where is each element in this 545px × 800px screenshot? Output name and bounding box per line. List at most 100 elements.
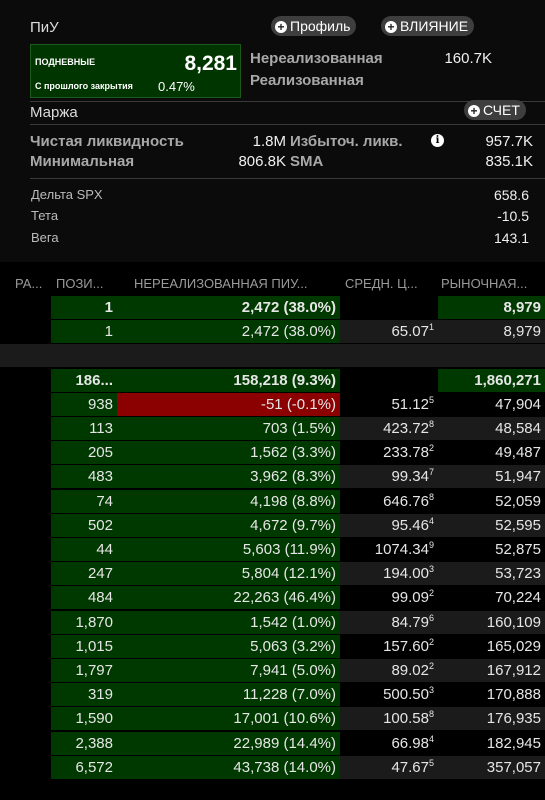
avg-price-superscript: 3: [428, 685, 434, 696]
unrealized-pnl-cell: 4,198 (8.8%): [117, 489, 340, 513]
avg-price-cell: 1074.349: [340, 538, 438, 561]
plus-icon: +: [468, 105, 480, 117]
market-value-cell: 52,875: [495, 541, 541, 558]
table-row[interactable]: 483 3,962 (8.3%) 99.347 51,947: [0, 465, 545, 489]
position-cell: 1,870: [51, 610, 117, 634]
table-row[interactable]: 1,797 7,941 (5.0%) 89.022 167,912: [0, 659, 545, 682]
table-row[interactable]: 502 4,672 (9.7%) 95.464 52,595: [0, 513, 545, 537]
market-value-cell: 1,860,271: [438, 368, 545, 392]
position-cell: 6,572: [51, 755, 117, 779]
account-cell: [0, 465, 51, 489]
position-cell: 247: [51, 562, 117, 586]
unrealized-label: Нереализованная: [250, 50, 383, 67]
avg-price-value: 47.67: [391, 758, 429, 776]
realized-label: Реализованная: [250, 72, 364, 89]
market-value-cell: 160,109: [486, 613, 541, 631]
table-row[interactable]: 938 -51 (-0.1%) 51.125 47,904: [0, 392, 545, 416]
avg-price-cell: [340, 368, 438, 392]
position-cell: 502: [51, 513, 117, 537]
avg-price-superscript: 2: [428, 443, 434, 454]
pnl-title: ПиУ: [30, 19, 59, 36]
avg-price-superscript: 8: [428, 709, 434, 720]
avg-price-value: 95.46: [391, 516, 429, 534]
column-header-account[interactable]: РА...: [15, 276, 51, 294]
market-value-cell: 48,584: [495, 420, 541, 437]
table-group-row[interactable]: 186... 158,218 (9.3%) 1,860,271: [0, 368, 545, 392]
position-cell: 74: [51, 489, 117, 513]
profile-button-label: Профиль: [290, 18, 351, 34]
unrealized-pnl-cell: 2,472 (38.0%): [117, 296, 340, 319]
avg-price-value: 89.02: [391, 662, 429, 679]
table-row[interactable]: 1,870 1,542 (1.0%) 84.796 160,109: [0, 610, 545, 634]
avg-price-superscript: 4: [428, 733, 434, 744]
avg-price-cell: 423.728: [340, 417, 438, 440]
avg-price-superscript: 2: [428, 661, 434, 671]
avg-price-superscript: 9: [428, 540, 434, 550]
table-row[interactable]: 113 703 (1.5%) 423.728 48,584: [0, 417, 545, 440]
avg-price-superscript: 8: [428, 491, 434, 502]
account-cell: [0, 610, 51, 634]
profile-button[interactable]: + Профиль: [271, 16, 357, 36]
table-row[interactable]: 74 4,198 (8.8%) 646.768 52,059: [0, 489, 545, 513]
table-row[interactable]: 6,572 43,738 (14.0%) 47.675 357,057: [0, 755, 545, 779]
account-cell: [0, 659, 51, 682]
account-button-label: СЧЕТ: [483, 102, 520, 118]
avg-price-superscript: 5: [428, 394, 434, 405]
account-cell: [0, 634, 51, 658]
position-cell: 484: [51, 586, 117, 610]
account-cell: [0, 368, 51, 392]
unrealized-pnl-cell: 3,962 (8.3%): [117, 465, 340, 489]
excess-liq-label: Избыточ. ликв.: [290, 133, 403, 150]
account-cell: [0, 538, 51, 561]
market-value-cell: 51,947: [495, 468, 541, 486]
position-cell: 113: [51, 417, 117, 440]
avg-price-superscript: 2: [428, 636, 434, 647]
sma-value: 835.1K: [485, 153, 533, 170]
avg-price-value: 99.09: [391, 589, 429, 607]
table-row[interactable]: 247 5,804 (12.1%) 194.003 53,723: [0, 562, 545, 586]
column-header-market-value[interactable]: РЫНОЧНАЯ...: [441, 276, 545, 294]
account-cell: [0, 489, 51, 513]
table-row[interactable]: 1 2,472 (38.0%) 65.071 8,979: [0, 320, 545, 344]
column-header-unrealized-pnl[interactable]: НЕРЕАЛИЗОВАННАЯ ПИУ...: [134, 276, 339, 294]
info-icon[interactable]: i: [431, 134, 444, 147]
impact-button-label: ВЛИЯНИЕ: [400, 18, 469, 34]
unrealized-pnl-cell: 22,989 (14.4%): [117, 731, 340, 755]
account-cell: [0, 441, 51, 465]
table-group-row[interactable]: 1 2,472 (38.0%) 8,979: [0, 296, 545, 319]
theta-value: -10.5: [497, 208, 529, 224]
position-cell: 205: [51, 441, 117, 465]
table-row[interactable]: 1,015 5,063 (3.2%) 157.602 165,029: [0, 634, 545, 658]
account-cell: [0, 513, 51, 537]
table-row[interactable]: 1,590 17,001 (10.6%) 100.588 176,935: [0, 707, 545, 731]
impact-button[interactable]: + ВЛИЯНИЕ: [381, 16, 475, 36]
avg-price-cell: 500.503: [340, 683, 438, 706]
plus-icon: +: [385, 21, 397, 33]
unrealized-pnl-cell: 1,542 (1.0%): [117, 610, 340, 634]
avg-price-value: 233.78: [383, 444, 429, 462]
table-row[interactable]: 44 5,603 (11.9%) 1074.349 52,875: [0, 538, 545, 561]
avg-price-cell: 99.347: [340, 465, 438, 488]
column-header-position[interactable]: ПОЗИ...: [56, 276, 122, 294]
table-spacer: [0, 344, 545, 368]
market-value-cell: 8,979: [503, 323, 541, 341]
account-button[interactable]: + СЧЕТ: [464, 100, 526, 120]
table-row[interactable]: 484 22,263 (46.4%) 99.092 70,224: [0, 586, 545, 610]
since-close-pct: 0.47%: [158, 79, 195, 94]
account-cell: [0, 320, 51, 344]
column-header-avg-price[interactable]: СРЕДН. Ц...: [345, 276, 438, 294]
unrealized-pnl-cell: 7,941 (5.0%): [117, 659, 340, 682]
unrealized-pnl-cell: 1,562 (3.3%): [117, 441, 340, 465]
unrealized-pnl-cell: 11,228 (7.0%): [117, 683, 340, 707]
account-cell: [0, 683, 51, 707]
delta-label: Дельта SPX: [31, 187, 103, 202]
unrealized-pnl-cell: -51 (-0.1%): [117, 392, 340, 416]
table-row[interactable]: 205 1,562 (3.3%) 233.782 49,487: [0, 441, 545, 465]
avg-price-value: 51.12: [391, 395, 429, 413]
table-row[interactable]: 319 11,228 (7.0%) 500.503 170,888: [0, 683, 545, 707]
market-value-cell: 170,888: [486, 686, 541, 704]
market-value-cell: 182,945: [486, 734, 541, 752]
account-cell: [0, 731, 51, 755]
table-row[interactable]: 2,388 22,989 (14.4%) 66.984 182,945: [0, 731, 545, 755]
avg-price-cell: [340, 296, 438, 319]
